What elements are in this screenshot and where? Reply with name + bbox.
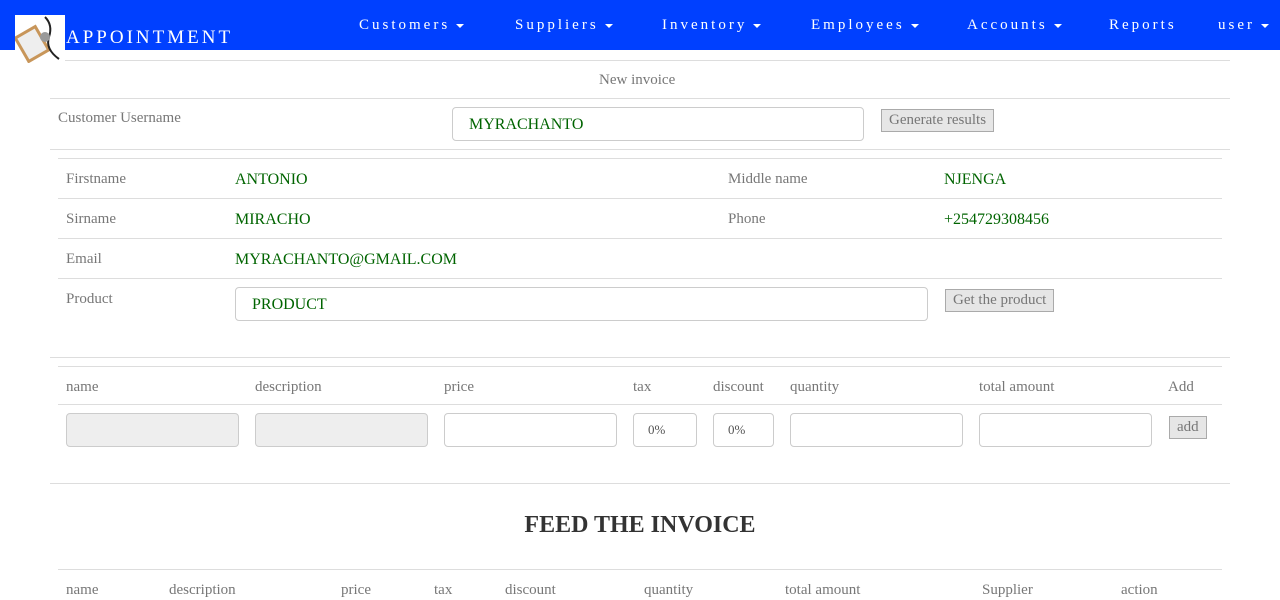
divider — [50, 98, 1230, 99]
item-quantity-input[interactable] — [790, 413, 963, 447]
divider — [58, 569, 1222, 570]
divider — [58, 158, 1222, 159]
caret-down-icon — [753, 23, 762, 28]
nav-accounts[interactable]: Accounts — [967, 17, 1062, 34]
clipboard-stethoscope-logo-icon[interactable] — [13, 15, 65, 64]
column-header: discount — [713, 379, 764, 395]
item-price-input[interactable] — [444, 413, 617, 447]
nav-inventory[interactable]: Inventory — [662, 17, 762, 34]
sirname-label: Sirname — [66, 211, 116, 227]
email-label: Email — [66, 251, 102, 267]
caret-down-icon — [1053, 23, 1062, 28]
firstname-value: ANTONIO — [235, 171, 308, 188]
divider — [50, 357, 1230, 358]
item-discount-input[interactable]: 0% — [713, 413, 774, 447]
brand-name[interactable]: APPOINTMENT — [66, 27, 233, 49]
column-header: quantity — [790, 379, 840, 395]
product-label: Product — [66, 291, 113, 307]
divider — [58, 366, 1222, 367]
divider — [50, 60, 1230, 61]
column-header: total amount — [979, 379, 1055, 395]
column-header: name — [66, 582, 99, 598]
column-header: name — [66, 379, 99, 395]
column-header: discount — [505, 582, 556, 598]
sirname-value: MIRACHO — [235, 211, 311, 228]
caret-down-icon — [1261, 23, 1269, 28]
divider — [58, 238, 1222, 239]
divider — [50, 149, 1230, 150]
nav-employees[interactable]: Employees — [811, 17, 919, 34]
item-description-textarea[interactable] — [255, 413, 428, 447]
nav-label: Employees — [811, 17, 905, 33]
nav-label: Suppliers — [515, 17, 599, 33]
column-header: description — [255, 379, 322, 395]
nav-suppliers[interactable]: Suppliers — [515, 17, 613, 34]
divider — [50, 483, 1230, 484]
middlename-label: Middle name — [728, 171, 808, 187]
customer-username-label: Customer Username — [58, 110, 181, 126]
column-header: Add — [1168, 379, 1194, 395]
item-tax-input[interactable]: 0% — [633, 413, 697, 447]
item-total-input[interactable] — [979, 413, 1152, 447]
get-product-button[interactable]: Get the product — [945, 289, 1055, 312]
divider — [58, 404, 1222, 405]
caret-down-icon — [456, 23, 465, 28]
column-header: tax — [633, 379, 652, 395]
nav-label: Accounts — [967, 17, 1048, 33]
column-header: price — [444, 379, 474, 395]
form-title: New invoice — [599, 72, 676, 88]
middlename-value: NJENGA — [944, 171, 1007, 188]
product-input[interactable]: PRODUCT — [235, 287, 928, 321]
nav-user[interactable]: user — [1218, 17, 1269, 34]
nav-label: Inventory — [662, 17, 748, 33]
column-header: tax — [434, 582, 453, 598]
top-navbar: APPOINTMENT Customers Suppliers Inventor… — [0, 0, 1280, 50]
phone-label: Phone — [728, 211, 766, 227]
item-name-input[interactable] — [66, 413, 239, 447]
generate-results-button[interactable]: Generate results — [881, 109, 995, 132]
nav-customers[interactable]: Customers — [359, 17, 465, 34]
column-header: price — [341, 582, 371, 598]
caret-down-icon — [604, 23, 613, 28]
column-header: quantity — [644, 582, 694, 598]
nav-label: Reports — [1109, 17, 1177, 33]
email-value: MYRACHANTO@GMAIL.COM — [235, 251, 458, 268]
caret-down-icon — [910, 23, 919, 28]
divider — [58, 278, 1222, 279]
add-button[interactable]: add — [1169, 416, 1207, 439]
nav-label: Customers — [359, 17, 451, 33]
column-header: Supplier — [982, 582, 1033, 598]
divider — [58, 198, 1222, 199]
phone-value: +254729308456 — [944, 211, 1050, 228]
column-header: description — [169, 582, 236, 598]
invoice-title: FEED THE INVOICE — [524, 512, 756, 538]
column-header: total amount — [785, 582, 861, 598]
nav-label: user — [1218, 17, 1255, 33]
nav-reports[interactable]: Reports — [1109, 17, 1177, 34]
customer-username-input[interactable]: MYRACHANTO — [452, 107, 864, 141]
column-header: action — [1121, 582, 1158, 598]
firstname-label: Firstname — [66, 171, 126, 187]
